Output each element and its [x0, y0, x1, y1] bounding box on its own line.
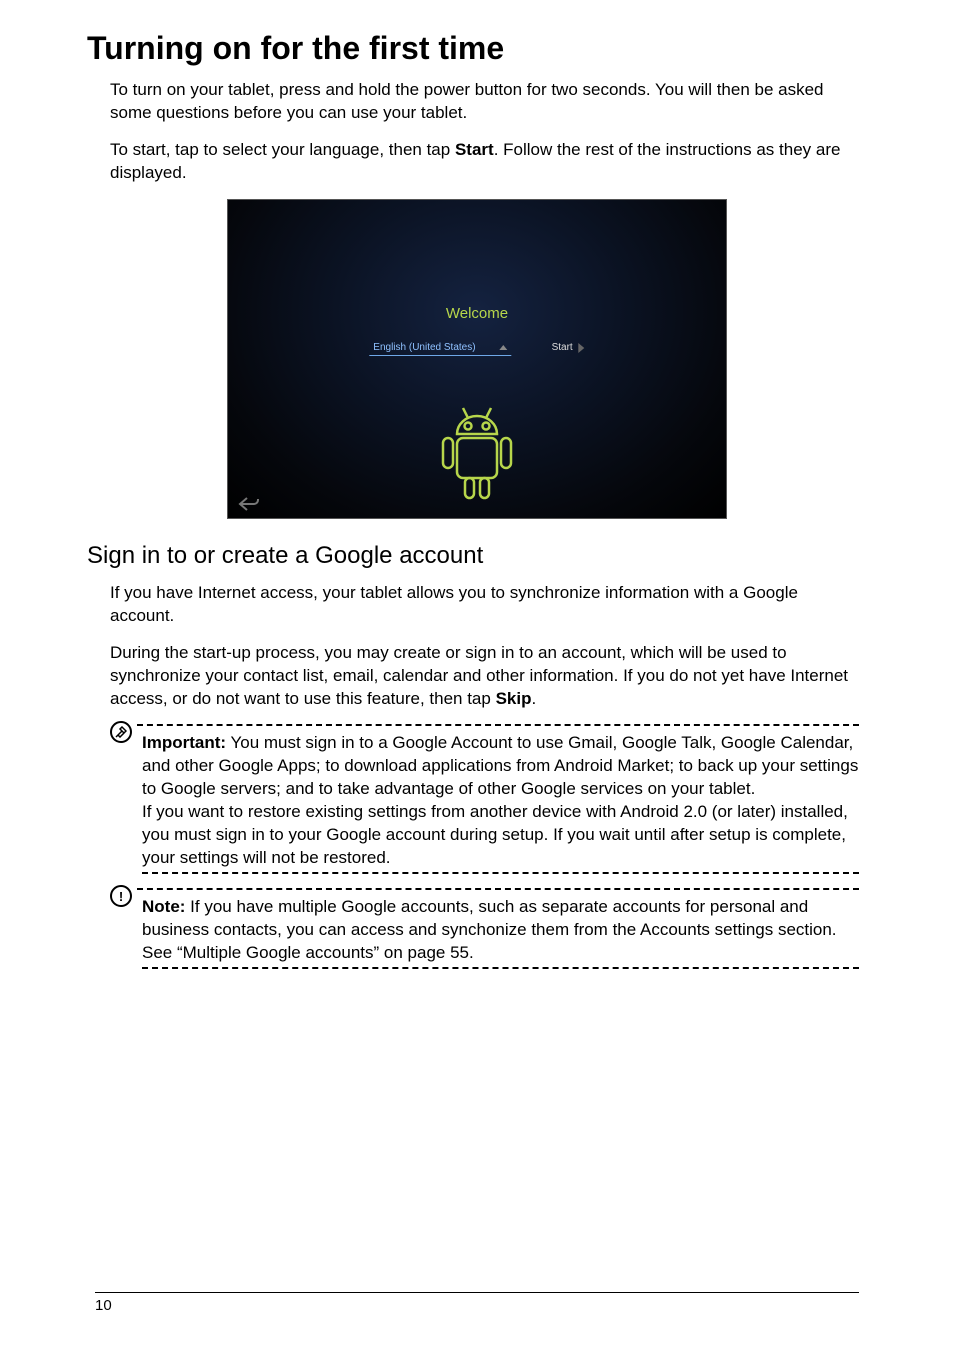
- heading-sign-in: Sign in to or create a Google account: [87, 542, 859, 570]
- heading-turning-on: Turning on for the first time: [87, 30, 859, 67]
- para2-pre: To start, tap to select your language, t…: [110, 140, 455, 159]
- page-footer: 10: [95, 1292, 859, 1314]
- alert-icon: !: [110, 885, 132, 907]
- dashed-rule: [142, 967, 859, 969]
- paragraph-signin-2: During the start-up process, you may cre…: [110, 642, 859, 711]
- note-callout: ! Note: If you have multiple Google acco…: [110, 888, 859, 969]
- note-label: Note:: [142, 897, 185, 916]
- dashed-rule: [137, 888, 859, 890]
- dashed-rule: [137, 724, 859, 726]
- welcome-label: Welcome: [228, 305, 726, 322]
- chevron-right-icon: [579, 343, 585, 353]
- paragraph-intro-2: To start, tap to select your language, t…: [110, 139, 859, 185]
- paragraph-intro-1: To turn on your tablet, press and hold t…: [110, 79, 859, 125]
- dashed-rule: [142, 872, 859, 874]
- start-button[interactable]: Start: [552, 342, 585, 353]
- paragraph-signin-1: If you have Internet access, your tablet…: [110, 582, 859, 628]
- important-label: Important:: [142, 733, 226, 752]
- android-robot-icon: [417, 386, 537, 506]
- language-selector[interactable]: English (United States): [369, 340, 511, 356]
- back-icon[interactable]: [238, 496, 260, 512]
- para2-start-word: Start: [455, 140, 494, 159]
- language-selector-text: English (United States): [373, 342, 475, 353]
- important-callout: Important: You must sign in to a Google …: [110, 724, 859, 874]
- welcome-screenshot: Welcome English (United States) Start: [227, 199, 727, 519]
- important-text-2: If you want to restore existing settings…: [142, 802, 848, 867]
- pin-icon: [110, 721, 132, 743]
- dropdown-icon: [500, 345, 508, 350]
- para4-pre: During the start-up process, you may cre…: [110, 643, 848, 708]
- page-number: 10: [95, 1297, 112, 1314]
- note-text: If you have multiple Google accounts, su…: [142, 897, 837, 962]
- start-button-label: Start: [552, 342, 573, 353]
- para4-post: .: [531, 689, 536, 708]
- important-text-1: You must sign in to a Google Account to …: [142, 733, 858, 798]
- para4-skip-word: Skip: [496, 689, 532, 708]
